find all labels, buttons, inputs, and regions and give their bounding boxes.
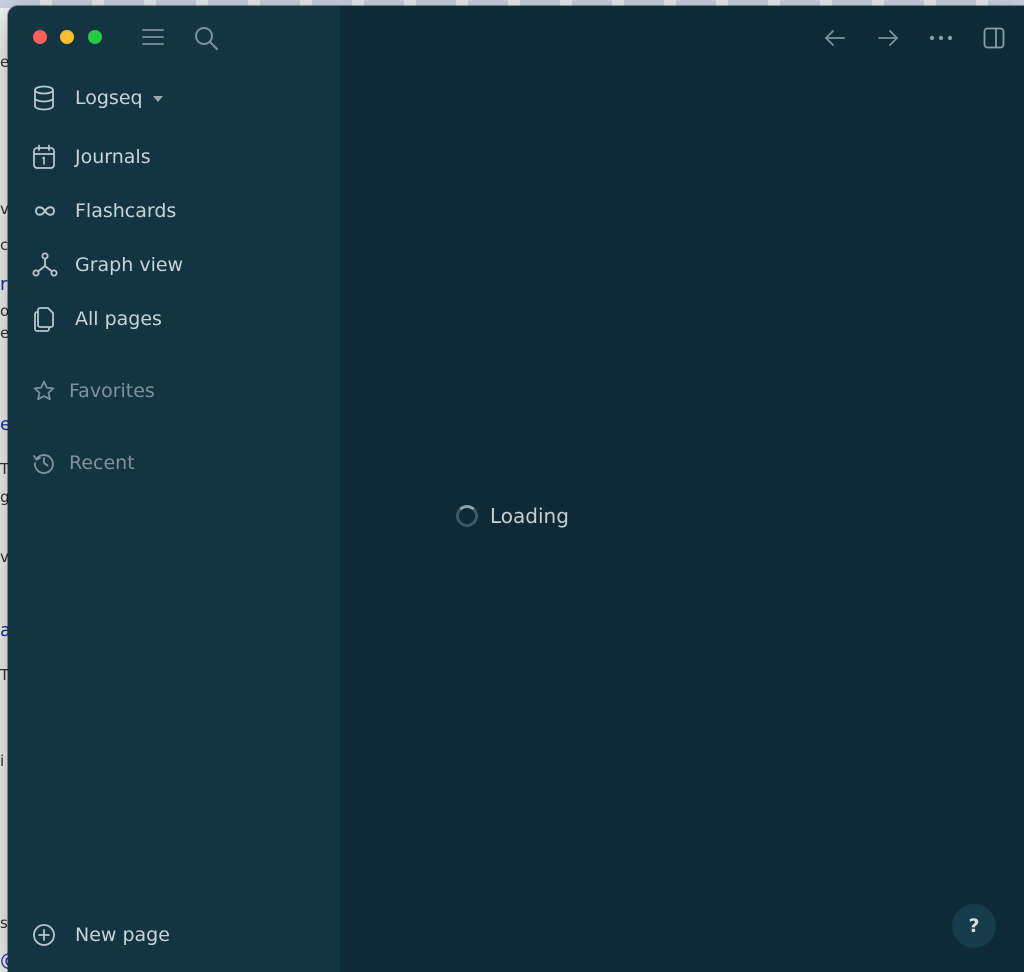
- sidebar-item-flashcards[interactable]: Flashcards: [26, 191, 316, 231]
- sidebar-section-recent[interactable]: Recent: [32, 445, 312, 481]
- background-link: e: [0, 414, 8, 435]
- left-sidebar: Logseq Journals Flashcards Graph view Al…: [8, 6, 340, 972]
- back-button[interactable]: [820, 24, 850, 52]
- infinity-icon: [26, 191, 62, 231]
- help-button[interactable]: ?: [952, 904, 996, 948]
- more-dots-icon: [929, 35, 953, 41]
- loading-indicator: Loading: [456, 504, 569, 528]
- background-text: T: [0, 666, 8, 684]
- new-page-label: New page: [75, 924, 170, 946]
- background-link: @: [0, 950, 8, 971]
- graph-selector[interactable]: Logseq: [26, 78, 316, 118]
- calendar-icon: [26, 137, 62, 177]
- pages-icon: [26, 299, 62, 339]
- more-options-button[interactable]: [926, 24, 956, 52]
- sidebar-item-journals[interactable]: Journals: [26, 137, 316, 177]
- star-icon: [33, 380, 55, 401]
- right-sidebar-toggle-icon: [983, 27, 1005, 49]
- logseq-window: Logseq Journals Flashcards Graph view Al…: [8, 6, 1024, 972]
- background-text: T: [0, 460, 8, 478]
- background-link: a: [0, 620, 8, 641]
- close-window-button[interactable]: [33, 30, 47, 44]
- spinner-icon: [456, 505, 478, 527]
- minimize-window-button[interactable]: [60, 30, 74, 44]
- history-icon: [33, 454, 54, 474]
- loading-text: Loading: [490, 504, 569, 528]
- toggle-right-sidebar-button[interactable]: [980, 24, 1008, 52]
- background-text: vi: [0, 548, 8, 566]
- sidebar-item-label: Graph view: [75, 254, 184, 276]
- zoom-window-button[interactable]: [88, 30, 102, 44]
- sidebar-item-label: Flashcards: [75, 200, 177, 222]
- new-page-button[interactable]: New page: [26, 915, 316, 955]
- graph-name: Logseq: [75, 87, 143, 109]
- sidebar-section-favorites[interactable]: Favorites: [32, 373, 312, 409]
- sidebar-item-label: Journals: [75, 146, 151, 168]
- background-text: vi: [0, 200, 8, 218]
- hamburger-icon: [142, 29, 164, 45]
- search-button[interactable]: [192, 24, 220, 52]
- sidebar-item-label: All pages: [75, 308, 162, 330]
- search-icon: [195, 27, 218, 50]
- background-text: er: [0, 324, 8, 342]
- arrow-left-icon: [825, 30, 845, 46]
- background-text: i: [0, 752, 5, 770]
- toggle-left-sidebar-button[interactable]: [140, 24, 166, 50]
- database-icon: [26, 78, 62, 118]
- background-text: g: [0, 488, 8, 506]
- sidebar-item-all-pages[interactable]: All pages: [26, 299, 316, 339]
- background-text: s: [0, 914, 8, 932]
- arrow-right-icon: [878, 30, 898, 46]
- sidebar-item-graph-view[interactable]: Graph view: [26, 245, 316, 285]
- background-text: c: [0, 236, 8, 254]
- background-text: or: [0, 302, 8, 320]
- chevron-down-icon: [152, 96, 163, 102]
- graph-network-icon: [26, 245, 62, 285]
- forward-button[interactable]: [873, 24, 903, 52]
- section-label: Favorites: [69, 380, 155, 402]
- plus-circle-icon: [26, 915, 62, 955]
- background-text: e: [0, 53, 8, 71]
- main-content: Loading ?: [340, 6, 1024, 972]
- background-link: re: [0, 274, 8, 295]
- section-label: Recent: [69, 452, 135, 474]
